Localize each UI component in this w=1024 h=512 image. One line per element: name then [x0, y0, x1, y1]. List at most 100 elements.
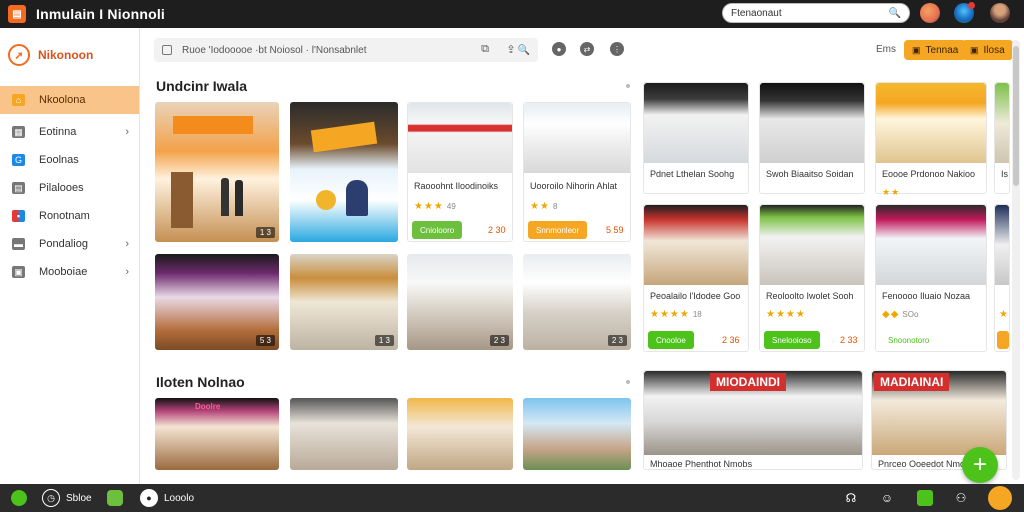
sidebar-item-pondaliog[interactable]: ▬ Pondaliog ›: [0, 230, 139, 258]
tile-caption: 5 3: [255, 335, 275, 346]
product-card[interactable]: Pdnet Lthelan Soohg: [643, 82, 749, 194]
toolbar-label: Ems: [876, 44, 896, 55]
user-icon[interactable]: ☺: [878, 489, 896, 507]
section-more-icon[interactable]: [626, 84, 630, 88]
mall-corridor-tile[interactable]: [290, 398, 398, 470]
card-action-button[interactable]: Snelooioso: [764, 331, 820, 349]
share-circle-icon[interactable]: ⇄: [580, 42, 594, 56]
card-title: Pdnet Lthelan Soohg: [650, 169, 735, 179]
section-more-icon[interactable]: [626, 380, 630, 384]
apps-icon: ▪: [12, 210, 25, 222]
add-button[interactable]: +: [962, 447, 998, 483]
product-card[interactable]: Eoooe Prdonoo Nakioo ★★: [875, 82, 987, 197]
sidebar-item-eoolnas[interactable]: G Eoolnas: [0, 146, 139, 174]
headset-icon[interactable]: ☊: [842, 489, 860, 507]
sidebar-item-mooboiae[interactable]: ▣ Mooboiae ›: [0, 258, 139, 286]
network-icon[interactable]: ⋮: [610, 42, 624, 56]
search-icon[interactable]: 🔍: [518, 45, 530, 56]
g-icon: G: [12, 154, 25, 166]
product-card[interactable]: ★: [994, 204, 1010, 352]
grid-icon: ▦: [12, 126, 25, 138]
product-card[interactable]: Swoh Biaaitso Soidan: [759, 82, 865, 194]
rating-stars: ★★★★: [766, 309, 809, 320]
sidebar-item-label: Nkoolona: [39, 94, 86, 106]
button-label: Snnmonleor: [536, 225, 580, 235]
section-title-2: Iloten Nolnao: [156, 374, 245, 390]
mall-hall-tile[interactable]: 2 3: [407, 254, 513, 350]
sidebar-item-home[interactable]: ⌂ Nkoolona: [0, 86, 139, 114]
top-search-input[interactable]: Ftenaonaut 🔍: [722, 3, 910, 23]
settings-icon[interactable]: ●: [552, 42, 566, 56]
assistant-icon[interactable]: [988, 486, 1012, 510]
app-green-icon[interactable]: [106, 489, 124, 507]
clock-icon: ◷: [42, 489, 60, 507]
card-title: Eoooe Prdonoo Nakioo: [882, 169, 976, 179]
card-action-button[interactable]: Cnooloe: [648, 331, 694, 349]
promo-tile[interactable]: [290, 102, 398, 242]
sidebar-item-eotinna[interactable]: ▦ Eotinna ›: [0, 118, 139, 146]
card-title: Swoh Biaaitso Soidan: [766, 169, 854, 179]
section-title-1: Undcinr Iwala: [156, 78, 248, 94]
card-action-button[interactable]: [997, 331, 1009, 349]
product-card[interactable]: Is: [994, 82, 1010, 194]
vertical-scrollbar[interactable]: [1012, 40, 1020, 480]
card-action-button[interactable]: Snnmonleor: [528, 221, 588, 239]
brand[interactable]: ➚ Nikonoon: [0, 28, 139, 78]
card-title: Raooohnt Iloodinoiks: [414, 181, 499, 191]
brand-logo-icon: ➚: [8, 44, 30, 66]
share-icon[interactable]: ⇪: [504, 42, 518, 56]
product-card[interactable]: Peoalailo l'Idodee Goo ★★★★ 18 Cnooloe 2 …: [643, 204, 749, 352]
product-card[interactable]: Fenoooo Iluaio Nozaa ◆◆ SOo Snoonotoro: [875, 204, 987, 352]
store-sign: MADIAINAI: [874, 373, 950, 391]
customer-service-tile[interactable]: [523, 398, 631, 470]
button-label: Snelooioso: [772, 335, 812, 345]
product-card[interactable]: Reoloolto Iwolet Sooh ★★★★ Snelooioso 2 …: [759, 204, 865, 352]
card-action-button[interactable]: Snoonotoro: [880, 331, 938, 349]
sidebar-item-pilalooes[interactable]: ▤ Pilalooes: [0, 174, 139, 202]
featured-store-card[interactable]: MIODAINDI Mhoaoe Phenthot Nmobs: [643, 370, 863, 470]
taskbar-item-3[interactable]: ● Looolo: [140, 489, 194, 507]
secondary-button[interactable]: ▣ Ilosa: [962, 40, 1013, 60]
card-price: 5 59: [606, 225, 624, 235]
rating-count: 49: [446, 202, 456, 211]
filter-icon[interactable]: ⧉: [478, 42, 492, 56]
tile-caption: 1 3: [255, 227, 275, 238]
rating-stars: ★★★★ 18: [650, 309, 702, 320]
sidebar-item-label: Pondaliog: [39, 238, 88, 250]
app-logo-icon: ▤: [8, 5, 26, 23]
sidebar-item-label: Eoolnas: [39, 154, 79, 166]
taskbar-label: Sbloe: [66, 492, 92, 504]
button-label: Tennaa: [925, 44, 959, 56]
mall-hall-tile[interactable]: 2 3: [523, 254, 631, 350]
folder-icon: ▬: [12, 238, 25, 250]
chrome-icon[interactable]: [920, 3, 940, 23]
grid-icon: ▣: [970, 44, 979, 55]
sidebar-item-ronotnam[interactable]: ▪ Ronotnam: [0, 202, 139, 230]
card-title: Uooroilo Nihorin Ahlat: [530, 181, 618, 191]
rating-count: 8: [552, 202, 558, 211]
mall-store-tile[interactable]: 5 3: [155, 254, 279, 350]
people-icon[interactable]: ⚇: [952, 489, 970, 507]
primary-button[interactable]: ▣ Tennaa: [904, 40, 967, 60]
top-search-value: Ftenaonaut: [731, 7, 782, 19]
notification-badge: [968, 2, 975, 9]
toolbar: Ruoe 'Iodooooe ·bt Noiosol · l'Nonsabnle…: [150, 36, 1013, 64]
product-card[interactable]: Raooohnt Iloodinoiks ★★★ 49 Cniolooro 2 3…: [407, 102, 513, 242]
mall-store-tile[interactable]: Doolre: [155, 398, 279, 470]
app-green-icon[interactable]: [916, 489, 934, 507]
rating-count: SOo: [902, 310, 919, 319]
sidebar-item-label: Pilalooes: [39, 182, 84, 194]
product-card[interactable]: Uooroilo Nihorin Ahlat ★★ 8 Snnmonleor 5 …: [523, 102, 631, 242]
mall-hall-tile[interactable]: [407, 398, 513, 470]
scrollbar-thumb[interactable]: [1013, 46, 1019, 186]
checkbox-icon: [162, 45, 172, 55]
search-icon[interactable]: 🔍: [889, 8, 901, 19]
taskbar-item-1[interactable]: ◷ Sbloe: [42, 489, 92, 507]
user-avatar[interactable]: [990, 3, 1010, 23]
mall-store-tile[interactable]: 1 3: [155, 102, 279, 242]
card-action-button[interactable]: Cniolooro: [412, 221, 463, 239]
tile-caption: 2 3: [607, 335, 627, 346]
start-icon[interactable]: [10, 489, 28, 507]
store-sign: MIODAINDI: [710, 373, 786, 391]
mall-corridor-tile[interactable]: 1 3: [290, 254, 398, 350]
